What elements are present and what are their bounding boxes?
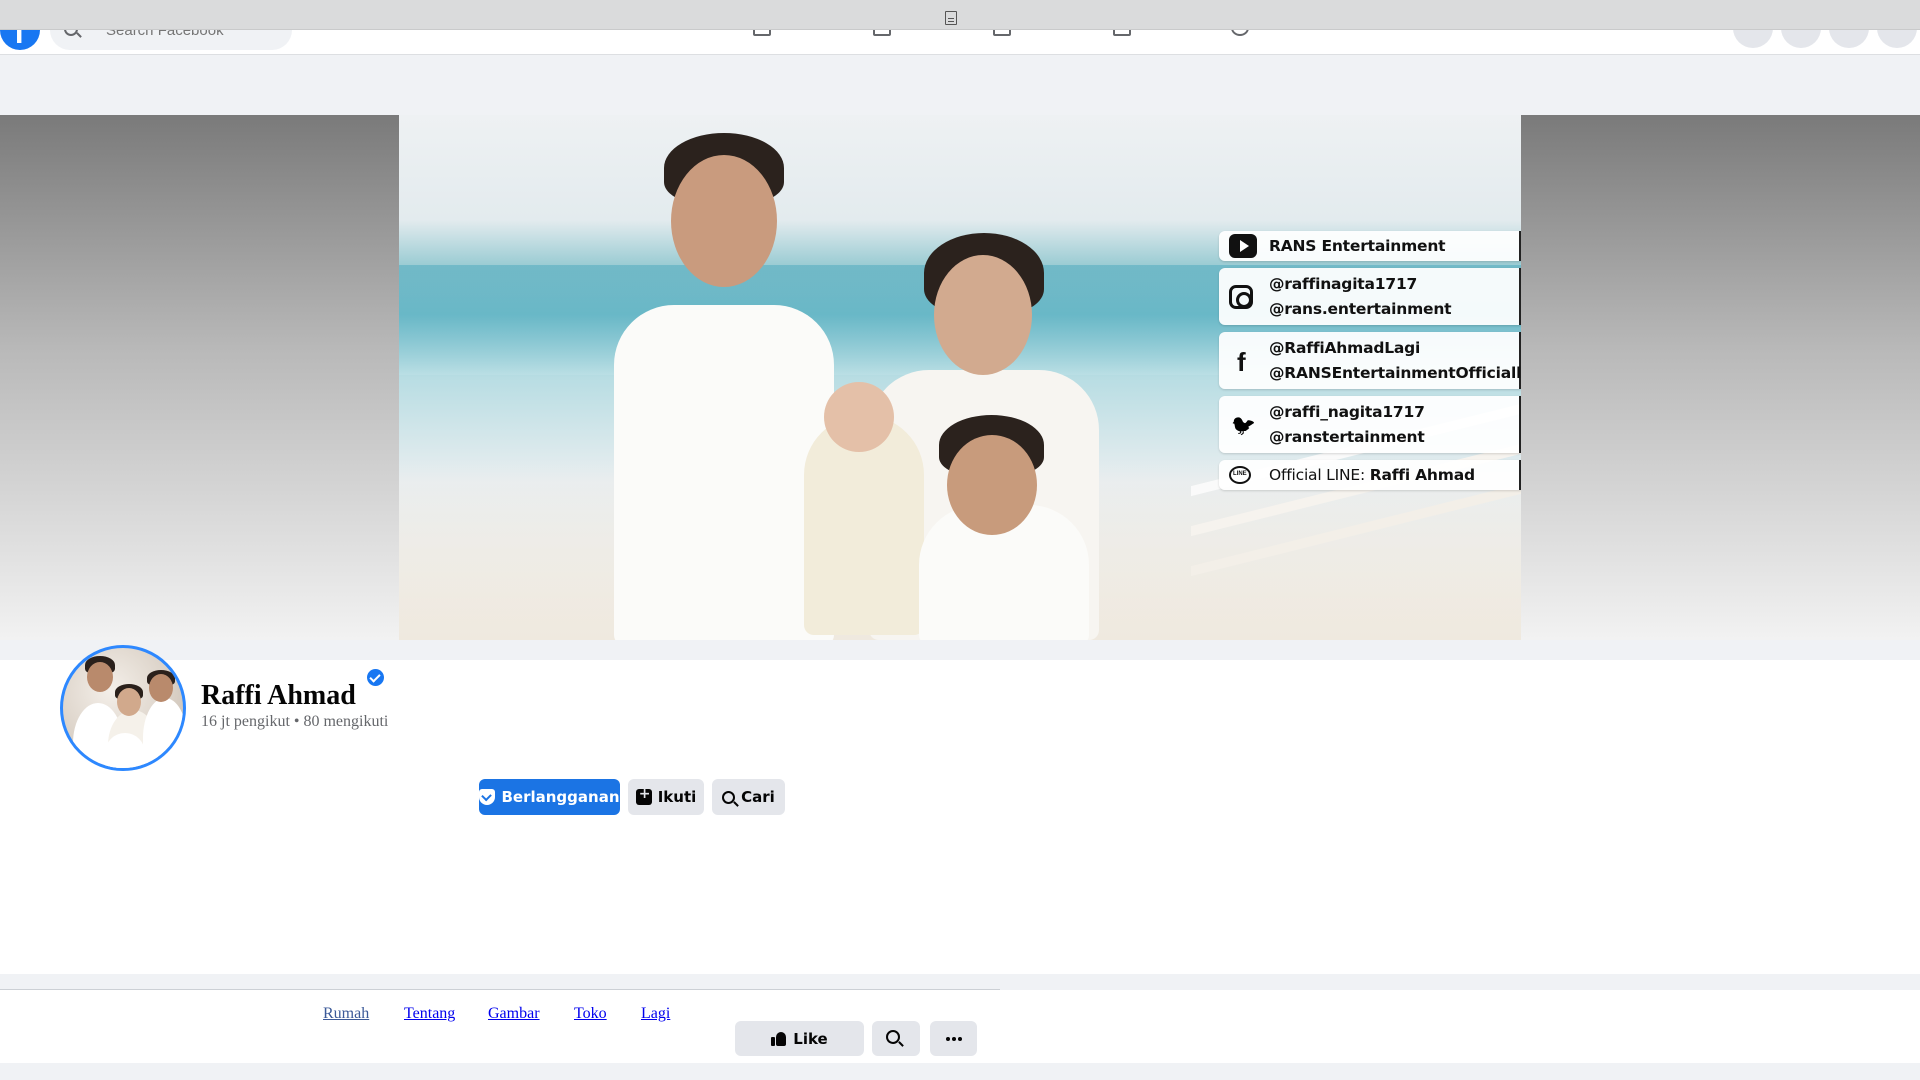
facebook-icon	[1229, 347, 1257, 378]
instagram-handle-1: @raffinagita1717	[1269, 274, 1418, 293]
photo-woman-head	[934, 255, 1032, 375]
more-options-button[interactable]	[930, 1021, 977, 1056]
tabs-bottom-gap	[0, 1063, 1920, 1080]
facebook-handle-2: @RANSEntertainmentOfficially	[1269, 363, 1521, 382]
search-page-button[interactable]: Cari	[712, 779, 785, 815]
facebook-handle-1: @RaffiAhmadLagi	[1269, 338, 1421, 357]
twitter-link-row: @raffi_nagita1717 @ranstertainment	[1219, 396, 1521, 453]
search-tab-button[interactable]	[872, 1021, 920, 1056]
shield-icon	[479, 789, 496, 805]
instagram-icon	[1229, 284, 1253, 309]
youtube-channel-text: RANS Entertainment	[1269, 236, 1446, 255]
photo-man-head	[671, 155, 777, 287]
cover-background: RANS Entertainment @raffinagita1717 @ran…	[0, 115, 1920, 640]
avatar[interactable]	[60, 645, 186, 771]
twitter-icon	[1229, 413, 1257, 437]
subscribe-button[interactable]: Berlangganan	[479, 779, 620, 815]
avatar-head-1	[87, 662, 113, 692]
tab-about[interactable]: Tentang	[404, 1005, 455, 1023]
twitter-handle-1: @raffi_nagita1717	[1269, 402, 1425, 421]
tabs-separator	[0, 974, 1920, 989]
line-account: Raffi Ahmad	[1369, 465, 1475, 484]
search-page-label: Cari	[741, 788, 775, 806]
subscribe-label: Berlangganan	[501, 788, 620, 806]
instagram-link-row: @raffinagita1717 @rans.entertainment	[1219, 268, 1521, 325]
line-icon	[1229, 466, 1251, 484]
like-label: Like	[793, 1029, 828, 1048]
follow-icon	[635, 786, 652, 805]
line-link-row: Official LINE: Raffi Ahmad	[1219, 460, 1521, 490]
photo-boy-head	[947, 435, 1037, 535]
social-links-panel: RANS Entertainment @raffinagita1717 @ran…	[1219, 231, 1521, 497]
avatar-head-3	[149, 674, 173, 702]
twitter-handle-2: @ranstertainment	[1269, 427, 1425, 446]
photo-man	[614, 305, 834, 640]
like-button[interactable]: Like	[735, 1021, 864, 1056]
cover-photo[interactable]: RANS Entertainment @raffinagita1717 @ran…	[399, 115, 1521, 640]
youtube-link-row: RANS Entertainment	[1219, 231, 1521, 261]
browser-overlay-strip	[0, 0, 1920, 30]
youtube-icon	[1229, 234, 1257, 258]
tab-photos[interactable]: Gambar	[488, 1005, 540, 1023]
tab-shop[interactable]: Toko	[574, 1005, 607, 1023]
avatar-person-3	[143, 698, 183, 768]
instagram-handle-2: @rans.entertainment	[1269, 299, 1452, 318]
avatar-head-2	[117, 688, 141, 716]
avatar-baby	[105, 733, 145, 768]
search-icon	[722, 790, 736, 804]
profile-name: Raffi Ahmad	[201, 680, 356, 711]
photo-baby-head	[824, 382, 894, 452]
facebook-link-row: @RaffiAhmadLagi @RANSEntertainmentOffici…	[1219, 332, 1521, 389]
tab-more[interactable]: Lagi	[641, 1005, 670, 1023]
follow-label: Ikuti	[657, 788, 697, 806]
thumbs-up-icon	[771, 1031, 787, 1046]
follow-button[interactable]: Ikuti	[628, 779, 704, 815]
search-icon	[886, 1030, 900, 1044]
more-dots-icon	[946, 1037, 950, 1041]
tab-home[interactable]: Rumah	[323, 1005, 369, 1023]
verified-badge-icon	[367, 669, 384, 686]
document-icon	[945, 11, 957, 25]
profile-stats[interactable]: 16 jt pengikut • 80 mengikuti	[201, 713, 388, 731]
line-prefix: Official LINE:	[1269, 465, 1370, 484]
